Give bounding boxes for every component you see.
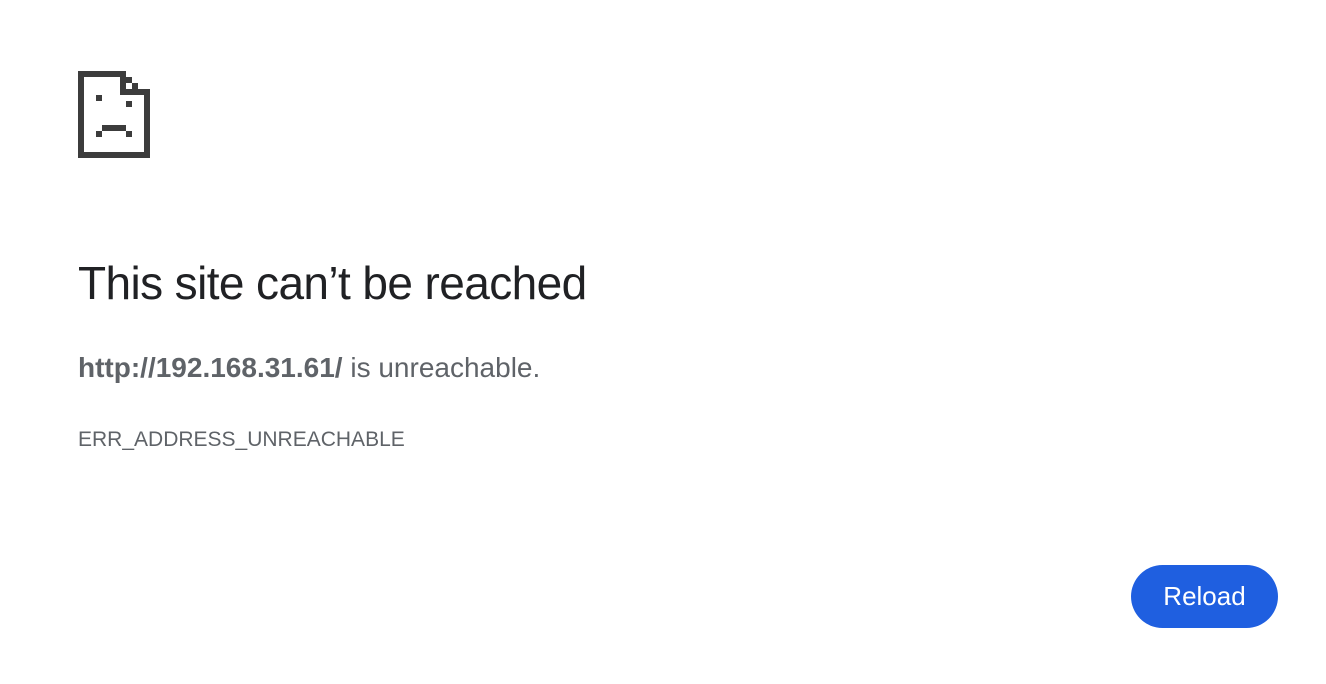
error-summary-suffix: is unreachable. bbox=[342, 352, 541, 383]
error-url: http://192.168.31.61/ bbox=[78, 352, 343, 383]
error-summary: http://192.168.31.61/ is unreachable. bbox=[78, 348, 540, 388]
error-code: ERR_ADDRESS_UNREACHABLE bbox=[78, 428, 405, 451]
reload-button[interactable]: Reload bbox=[1131, 565, 1278, 628]
error-page: This site can’t be reached http://192.16… bbox=[0, 0, 1326, 684]
page-title: This site can’t be reached bbox=[78, 257, 587, 309]
sad-page-icon bbox=[78, 71, 150, 158]
